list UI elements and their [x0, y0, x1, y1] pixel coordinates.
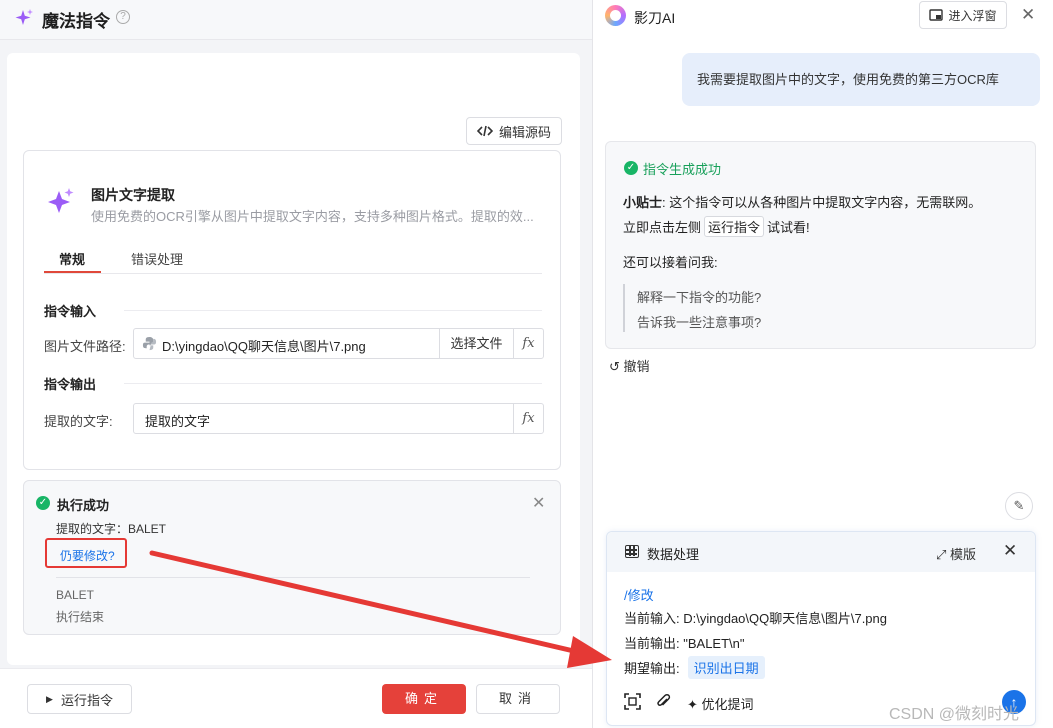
- clear-brush-icon[interactable]: ✎: [1005, 492, 1033, 520]
- extracted-text-label: 提取的文字:: [44, 414, 113, 429]
- success-check-icon: ✓: [36, 496, 50, 510]
- instruction-description: 使用免费的OCR引擎从图片中提取文字内容，支持多种图片格式。提取的效...: [91, 209, 534, 224]
- float-window-icon: [929, 9, 944, 21]
- close-icon[interactable]: ✕: [1021, 5, 1035, 25]
- extracted-text-field[interactable]: 提取的文字 fx: [133, 403, 544, 434]
- assistant-header: 影刀AI 进入浮窗 ✕: [593, 0, 1053, 32]
- expected-output-line: 期望输出: 识别出日期: [624, 656, 765, 679]
- instruction-sparkle-icon: [48, 188, 74, 213]
- template-label: 模版: [950, 547, 977, 562]
- app-logo-icon: [605, 5, 626, 26]
- current-output-line: 当前输出: "BALET\n": [624, 633, 745, 652]
- current-input-line: 当前输入: D:\yingdao\QQ聊天信息\图片\7.png: [624, 608, 887, 627]
- assistant-reply-card: ✓ 指令生成成功 小贴士: 这个指令可以从各种图片中提取文字内容，无需联网。 立…: [605, 141, 1036, 349]
- close-icon[interactable]: ✕: [532, 493, 545, 513]
- current-input-value: D:\yingdao\QQ聊天信息\图片\7.png: [683, 611, 887, 626]
- magic-sparkle-icon: [15, 9, 33, 25]
- float-window-button[interactable]: 进入浮窗: [919, 1, 1007, 29]
- float-window-label: 进入浮窗: [948, 8, 997, 23]
- suggested-question[interactable]: 解释一下指令的功能?: [637, 287, 761, 306]
- instruction-editor-panel: 魔法指令 ? 编辑源码 图片文字提取 使用免费的OCR引擎从图片中提取文字内容，…: [0, 0, 592, 728]
- expected-output-label: 期望输出:: [624, 661, 680, 676]
- ask-more-label: 还可以接着问我:: [623, 255, 718, 270]
- optimize-prompt-button[interactable]: ✦ 优化提词: [687, 694, 754, 713]
- execution-result-panel: ✓ 执行成功 ✕ 提取的文字：BALET 仍要修改? BALET 执行结束: [23, 480, 561, 635]
- user-message-bubble: 我需要提取图片中的文字，使用免费的第三方OCR库: [682, 53, 1040, 106]
- ai-assistant-panel: 影刀AI 进入浮窗 ✕ 我需要提取图片中的文字，使用免费的第三方OCR库 ✓ 指…: [592, 0, 1053, 728]
- image-path-label: 图片文件路径:: [44, 339, 126, 354]
- sparkle-icon: ✦: [687, 697, 698, 712]
- image-path-value: D:\yingdao\QQ聊天信息\图片\7.png: [162, 339, 366, 354]
- instruction-title: 图片文字提取: [91, 187, 175, 203]
- current-input-label: 当前输入:: [624, 611, 680, 626]
- undo-icon: ↺: [609, 359, 620, 374]
- help-icon[interactable]: ?: [116, 10, 130, 24]
- panel-title: 数据处理: [647, 547, 700, 562]
- log-line: BALET: [56, 588, 95, 602]
- active-tab-indicator: [44, 271, 101, 273]
- modify-command: /修改: [624, 588, 654, 603]
- confirm-button[interactable]: 确定: [382, 684, 466, 714]
- watermark: CSDN @微刻时光: [889, 706, 1020, 723]
- divider: [56, 577, 530, 578]
- fx-button[interactable]: fx: [513, 404, 543, 433]
- tip-line2-a: 立即点击左侧: [623, 220, 702, 235]
- expected-output-input[interactable]: 识别出日期: [687, 656, 765, 679]
- code-icon: [476, 125, 493, 137]
- python-icon: [142, 336, 157, 351]
- tip-prefix: 小贴士: [623, 195, 663, 210]
- editor-footer: ▶ 运行指令 确定 取消: [0, 668, 592, 728]
- output-section-title: 指令输出: [44, 377, 97, 392]
- quote-bar: [623, 284, 625, 332]
- undo-button[interactable]: ↺ 撤销: [609, 356, 650, 375]
- screenshot-icon[interactable]: [624, 693, 641, 710]
- play-icon: ▶: [46, 693, 53, 704]
- choose-file-button[interactable]: 选择文件: [439, 329, 513, 358]
- still-modify-link[interactable]: 仍要修改?: [60, 547, 115, 564]
- run-instruction-button[interactable]: ▶ 运行指令: [27, 684, 132, 714]
- page-title: 魔法指令: [42, 12, 110, 31]
- cancel-button[interactable]: 取消: [476, 684, 560, 714]
- divider: [124, 310, 542, 311]
- template-button[interactable]: ⤢ 模版: [936, 544, 976, 563]
- assistant-name: 影刀AI: [634, 10, 676, 26]
- log-line: 执行结束: [56, 610, 105, 624]
- fx-button[interactable]: fx: [513, 329, 543, 358]
- instruction-card: 图片文字提取 使用免费的OCR引擎从图片中提取文字内容，支持多种图片格式。提取的…: [23, 150, 561, 470]
- expand-icon: ⤢: [936, 547, 947, 562]
- editor-header: 魔法指令 ?: [0, 0, 592, 40]
- edit-source-label: 编辑源码: [498, 124, 551, 140]
- data-processing-input-panel: 数据处理 ⤢ 模版 ✕ /修改 当前输入: D:\yingdao\QQ聊天信息\…: [606, 531, 1036, 726]
- close-icon[interactable]: ✕: [1003, 541, 1017, 561]
- run-instruction-tag[interactable]: 运行指令: [704, 216, 765, 237]
- current-output-label: 当前输出:: [624, 636, 680, 651]
- undo-label: 撤销: [623, 359, 650, 374]
- tip-line2-b: 试试看!: [767, 220, 810, 235]
- tip-text: : 这个指令可以从各种图片中提取文字内容，无需联网。: [662, 195, 982, 210]
- result-title: 执行成功: [57, 498, 110, 513]
- current-output-value: "BALET\n": [683, 636, 745, 651]
- tip-line-2: 立即点击左侧 运行指令 试试看!: [623, 216, 810, 237]
- tab-bar: 常规 错误处理: [44, 241, 542, 274]
- attachment-icon[interactable]: [656, 693, 671, 710]
- suggested-question[interactable]: 告诉我一些注意事项?: [637, 312, 761, 331]
- table-icon: [625, 545, 639, 558]
- optimize-prompt-label: 优化提词: [701, 697, 754, 712]
- input-section-title: 指令输入: [44, 304, 97, 319]
- tip-line: 小贴士: 这个指令可以从各种图片中提取文字内容，无需联网。: [623, 192, 981, 211]
- tab-general[interactable]: 常规: [59, 249, 85, 268]
- success-check-icon: ✓: [624, 161, 638, 175]
- extracted-text-value: 提取的文字: [145, 414, 211, 429]
- run-instruction-label: 运行指令: [60, 692, 113, 708]
- divider: [124, 383, 542, 384]
- image-path-field[interactable]: D:\yingdao\QQ聊天信息\图片\7.png 选择文件 fx: [133, 328, 544, 359]
- panel-header: 数据处理 ⤢ 模版 ✕: [607, 532, 1035, 572]
- reply-status: 指令生成成功: [643, 162, 722, 177]
- tab-error-handling[interactable]: 错误处理: [131, 249, 183, 268]
- modify-link-highlight: 仍要修改?: [45, 538, 127, 568]
- edit-source-button[interactable]: 编辑源码: [466, 117, 562, 145]
- result-line: 提取的文字：BALET: [56, 522, 167, 536]
